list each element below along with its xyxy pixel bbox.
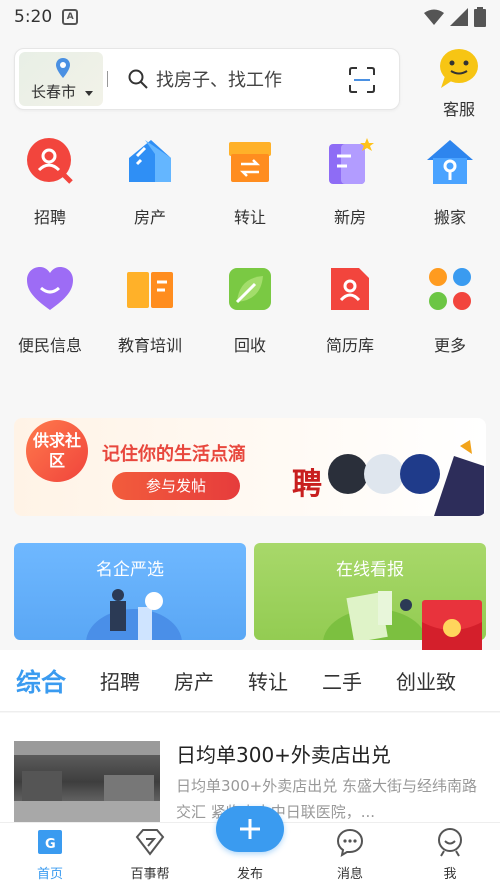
grid-item-recycle[interactable]: 回收 <box>200 256 300 384</box>
banner-illustration: 聘 <box>292 440 484 516</box>
listing-thumbnail <box>14 741 160 823</box>
divider <box>107 71 108 87</box>
leaf-icon <box>223 262 277 316</box>
svg-text:G: G <box>45 837 56 852</box>
city-selector[interactable]: 长春市 <box>19 52 103 106</box>
search-input[interactable]: 找房子、找工作 <box>156 66 282 92</box>
resume-icon <box>323 262 377 316</box>
grid-item-house[interactable]: 房产 <box>100 128 200 256</box>
grid-item-education[interactable]: 教育培训 <box>100 256 200 384</box>
grid-item-resume[interactable]: 简历库 <box>300 256 400 384</box>
nav-home[interactable]: G 首页 <box>0 823 100 888</box>
wifi-icon <box>424 9 444 25</box>
banner-title: 记住你的生活点滴 <box>102 444 246 465</box>
grid-item-transfer[interactable]: 转让 <box>200 128 300 256</box>
tab-recruit[interactable]: 招聘 <box>100 666 140 695</box>
diamond-icon <box>135 829 165 856</box>
new-house-icon <box>323 134 377 188</box>
chevron-down-icon <box>85 91 93 96</box>
signal-icon <box>450 8 468 26</box>
nav-label: 首页 <box>36 867 63 882</box>
nav-label: 百事帮 <box>130 867 170 882</box>
status-time: 5:20 <box>14 7 53 27</box>
nav-me[interactable]: 我 <box>400 823 500 888</box>
grid-label: 转让 <box>233 208 266 227</box>
chat-face-icon <box>440 49 478 88</box>
nav-messages[interactable]: 消息 <box>300 823 400 888</box>
premium-companies-card[interactable]: 名企严选 <box>14 543 246 640</box>
grid-label: 回收 <box>233 336 266 355</box>
search-icon <box>128 69 148 89</box>
community-banner[interactable]: 供求社区 记住你的生活点滴 参与发帖 聘 <box>14 418 486 516</box>
recruit-poster-char: 聘 <box>292 468 322 501</box>
status-bar: 5:20 A <box>0 0 500 34</box>
plus-icon <box>240 819 260 839</box>
location-pin-icon <box>56 58 70 78</box>
tab-comprehensive[interactable]: 综合 <box>16 663 66 711</box>
grid-item-new-house[interactable]: 新房 <box>300 128 400 256</box>
heart-icon <box>23 262 77 316</box>
grid-label: 房产 <box>133 208 166 227</box>
grid-label: 新房 <box>333 208 366 227</box>
grid-item-convenience[interactable]: 便民信息 <box>0 256 100 384</box>
listing-title: 日均单300+外卖店出兑 <box>176 743 391 767</box>
search-row: 长春市 找房子、找工作 客服 <box>14 46 486 119</box>
feature-cards: 名企严选 在线看报 <box>14 543 486 640</box>
nav-label: 发布 <box>236 867 263 882</box>
recruit-icon <box>23 134 77 188</box>
nav-label: 我 <box>443 867 457 882</box>
grid-label: 便民信息 <box>17 336 82 355</box>
grid-label: 搬家 <box>433 208 466 227</box>
tab-secondhand[interactable]: 二手 <box>322 666 362 695</box>
nav-helper[interactable]: 百事帮 <box>100 823 200 888</box>
publish-button[interactable] <box>216 806 284 852</box>
grid-label: 教育培训 <box>117 336 182 355</box>
message-icon <box>336 828 364 857</box>
tab-house[interactable]: 房产 <box>174 666 214 695</box>
card-title: 名企严选 <box>96 560 164 580</box>
grid-label: 更多 <box>433 336 466 355</box>
grid-item-moving[interactable]: 搬家 <box>400 128 500 256</box>
grid-label: 招聘 <box>33 208 66 227</box>
battery-icon <box>474 7 486 27</box>
moving-icon <box>423 134 477 188</box>
transfer-icon <box>223 134 277 188</box>
businessman-illustration <box>86 589 182 640</box>
nav-label: 消息 <box>336 867 363 882</box>
book-icon <box>123 262 177 316</box>
customer-service-label: 客服 <box>442 100 475 119</box>
grid-label: 简历库 <box>325 336 374 355</box>
category-tabs: 综合 招聘 房产 转让 二手 创业致 <box>0 650 500 712</box>
tab-business[interactable]: 创业致 <box>396 666 456 695</box>
grid-item-recruit[interactable]: 招聘 <box>0 128 100 256</box>
more-dots-icon <box>423 262 477 316</box>
search-box[interactable]: 长春市 找房子、找工作 <box>14 48 400 110</box>
scan-icon[interactable] <box>349 67 375 93</box>
newspaper-illustration <box>323 591 427 640</box>
house-icon <box>123 134 177 188</box>
banner-badge: 供求社区 <box>26 420 88 482</box>
grid-item-more[interactable]: 更多 <box>400 256 500 384</box>
join-post-button[interactable]: 参与发帖 <box>112 472 240 500</box>
profile-icon <box>438 828 462 857</box>
customer-service-button[interactable]: 客服 <box>432 46 486 120</box>
city-name: 长春市 <box>31 83 77 101</box>
home-icon: G <box>38 830 62 854</box>
category-grid: 招聘 房产 转让 新房 搬家 便民信息 教育培训 回收 简历库 更多 <box>0 128 500 384</box>
tab-transfer[interactable]: 转让 <box>248 666 288 695</box>
card-title: 在线看报 <box>336 560 404 580</box>
notification-icon: A <box>62 9 79 25</box>
